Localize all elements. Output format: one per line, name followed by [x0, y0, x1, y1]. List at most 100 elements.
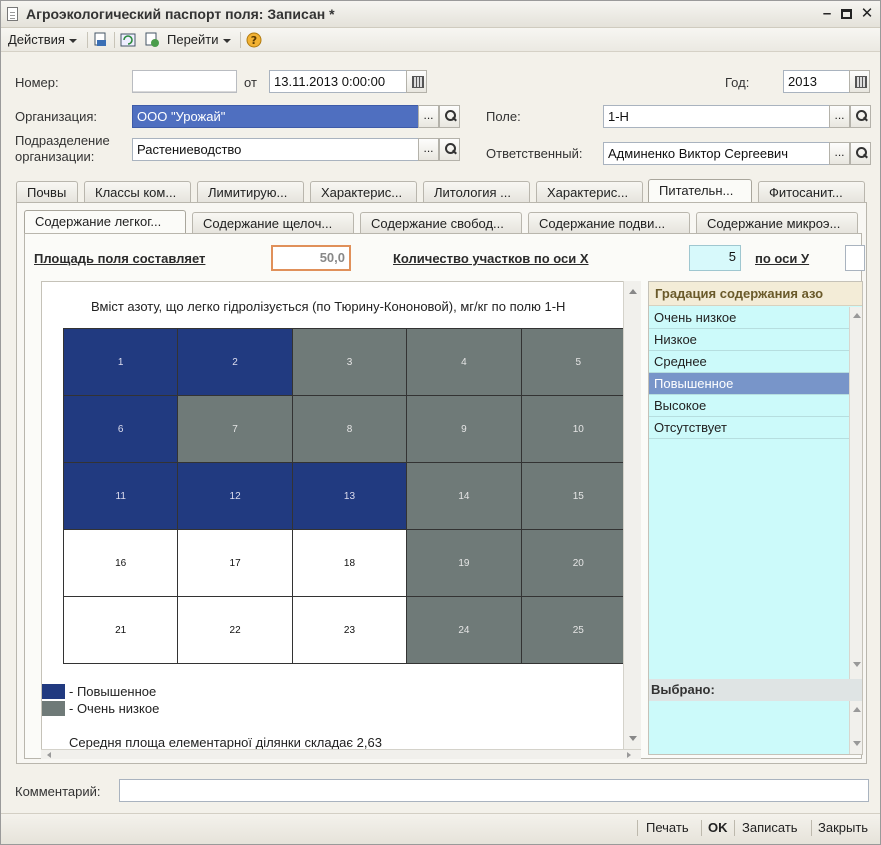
actions-menu-label: Действия	[8, 32, 65, 47]
subtab-free[interactable]: Содержание свобод...	[360, 212, 522, 234]
help-icon[interactable]: ?	[245, 31, 263, 49]
gradation-item[interactable]: Повышенное	[649, 373, 849, 395]
maximize-button[interactable]	[837, 5, 855, 23]
scroll-down-icon[interactable]	[853, 741, 861, 746]
chevron-down-icon	[222, 38, 231, 43]
goto-menu[interactable]: Перейти	[167, 31, 231, 49]
tab-classes[interactable]: Классы ком...	[84, 181, 191, 203]
button-separator	[637, 820, 638, 836]
tab-characteristics-2[interactable]: Характерис...	[536, 181, 643, 203]
search-icon[interactable]	[850, 105, 871, 128]
search-icon[interactable]	[439, 105, 460, 128]
calendar-icon[interactable]	[406, 70, 427, 93]
subtab-alkaline[interactable]: Содержание щелоч...	[192, 212, 354, 234]
organization-select-button[interactable]: ...	[418, 105, 439, 128]
save-button[interactable]: Записать	[742, 818, 798, 838]
selected-header: Выбрано:	[649, 679, 862, 701]
number-field[interactable]	[132, 70, 237, 93]
axis-y-link[interactable]: по оси У	[755, 251, 809, 266]
grid-cell: 19	[406, 529, 522, 597]
report-footer: Середня площа елементарної ділянки склад…	[69, 735, 382, 750]
tab-limiting[interactable]: Лимитирую...	[197, 181, 304, 203]
calendar-icon[interactable]	[849, 70, 870, 93]
grid-cell: 20	[520, 529, 636, 597]
count-x-link[interactable]: Количество участков по оси Х	[393, 251, 589, 266]
gradation-item[interactable]: Отсутствует	[649, 417, 849, 439]
scroll-up-icon[interactable]	[853, 313, 861, 318]
scroll-left-icon[interactable]	[47, 752, 51, 758]
tab-soils[interactable]: Почвы	[16, 181, 78, 203]
selected-list[interactable]	[649, 701, 849, 754]
gradation-item[interactable]: Низкое	[649, 329, 849, 351]
responsible-label: Ответственный:	[486, 146, 583, 161]
button-separator	[701, 820, 702, 836]
scroll-down-icon[interactable]	[629, 736, 637, 741]
report-horizontal-scrollbar[interactable]	[41, 749, 641, 759]
legend-label-high: - Повышенное	[69, 684, 157, 699]
grid-cell: 11	[63, 462, 179, 530]
legend-swatch-very-low	[42, 701, 65, 716]
gradation-scrollbar[interactable]	[849, 307, 862, 679]
field-field[interactable]: 1-Н	[603, 105, 831, 128]
copy-document-icon[interactable]	[143, 31, 161, 49]
scroll-up-icon[interactable]	[629, 289, 637, 294]
refresh-icon[interactable]	[119, 31, 137, 49]
sub-tabs: Содержание легког... Содержание щелоч...…	[24, 210, 864, 234]
subdivision-field[interactable]: Растениеводство	[132, 138, 419, 161]
gradation-item[interactable]: Высокое	[649, 395, 849, 417]
tab-characteristics-1[interactable]: Характерис...	[310, 181, 417, 203]
grid-cell: 16	[63, 529, 179, 597]
print-button[interactable]: Печать	[646, 818, 689, 838]
date-field[interactable]: 13.11.2013 0:00:00	[269, 70, 407, 93]
gradation-item[interactable]: Очень низкое	[649, 307, 849, 329]
grid-cell: 12	[177, 462, 293, 530]
report-title: Вміст азоту, що легко гідролізується (по…	[91, 299, 566, 314]
scroll-up-icon[interactable]	[853, 707, 861, 712]
grid-cell: 21	[63, 596, 179, 664]
grid-cell: 24	[406, 596, 522, 664]
tab-phytosanitary[interactable]: Фитосанит...	[758, 181, 865, 203]
search-icon[interactable]	[850, 142, 871, 165]
subdivision-select-button[interactable]: ...	[418, 138, 439, 161]
grid-cell: 22	[177, 596, 293, 664]
close-button[interactable]: ✕	[858, 5, 876, 23]
actions-menu[interactable]: Действия	[8, 31, 77, 49]
grid-cell: 9	[406, 395, 522, 463]
comment-field[interactable]	[119, 779, 869, 802]
post-document-icon[interactable]	[92, 31, 110, 49]
area-field[interactable]: 50,0	[271, 245, 351, 271]
area-link[interactable]: Площадь поля составляет	[34, 251, 205, 266]
organization-field[interactable]: ООО "Урожай"	[132, 105, 419, 128]
subtab-micro[interactable]: Содержание микроэ...	[696, 212, 858, 234]
selected-scrollbar[interactable]	[849, 701, 862, 754]
year-field[interactable]: 2013	[783, 70, 851, 93]
count-y-field[interactable]	[845, 245, 865, 271]
grid-cell: 2	[177, 328, 293, 396]
responsible-select-button[interactable]: ...	[829, 142, 850, 165]
gradation-item[interactable]: Среднее	[649, 351, 849, 373]
search-icon[interactable]	[439, 138, 460, 161]
gradation-header: Градация содержания азо	[649, 282, 862, 306]
main-tabs: Почвы Классы ком... Лимитирую... Характе…	[16, 179, 868, 203]
responsible-field[interactable]: Админенко Виктор Сергеевич	[603, 142, 831, 165]
grid-cell: 4	[406, 328, 522, 396]
comment-label: Комментарий:	[15, 784, 101, 799]
tab-nutrients[interactable]: Питательн...	[648, 179, 752, 203]
scroll-right-icon[interactable]	[627, 752, 631, 758]
grid-cell: 14	[406, 462, 522, 530]
ok-button[interactable]: OK	[708, 818, 728, 838]
subtab-mobile[interactable]: Содержание подви...	[528, 212, 690, 234]
close-form-button[interactable]: Закрыть	[818, 818, 868, 838]
field-grid: 1 2 3 4 5 6 7 8 9 10 11 12 13 14 15 16 17 18 19 20 21 22 23 24 2…	[63, 328, 640, 668]
report-vertical-scrollbar[interactable]	[623, 281, 641, 749]
minimize-button[interactable]: –	[818, 5, 836, 23]
field-select-button[interactable]: ...	[829, 105, 850, 128]
nutrients-panel: Содержание легког... Содержание щелоч...…	[16, 202, 867, 764]
toolbar-separator	[240, 32, 241, 48]
toolbar: Действия Перейти ?	[1, 28, 880, 52]
scroll-down-icon[interactable]	[853, 662, 861, 667]
tab-lithology[interactable]: Литология ...	[423, 181, 530, 203]
subtab-easily-hydrolyzable[interactable]: Содержание легког...	[24, 210, 186, 234]
count-x-field[interactable]: 5	[689, 245, 741, 271]
grid-cell: 23	[291, 596, 408, 664]
